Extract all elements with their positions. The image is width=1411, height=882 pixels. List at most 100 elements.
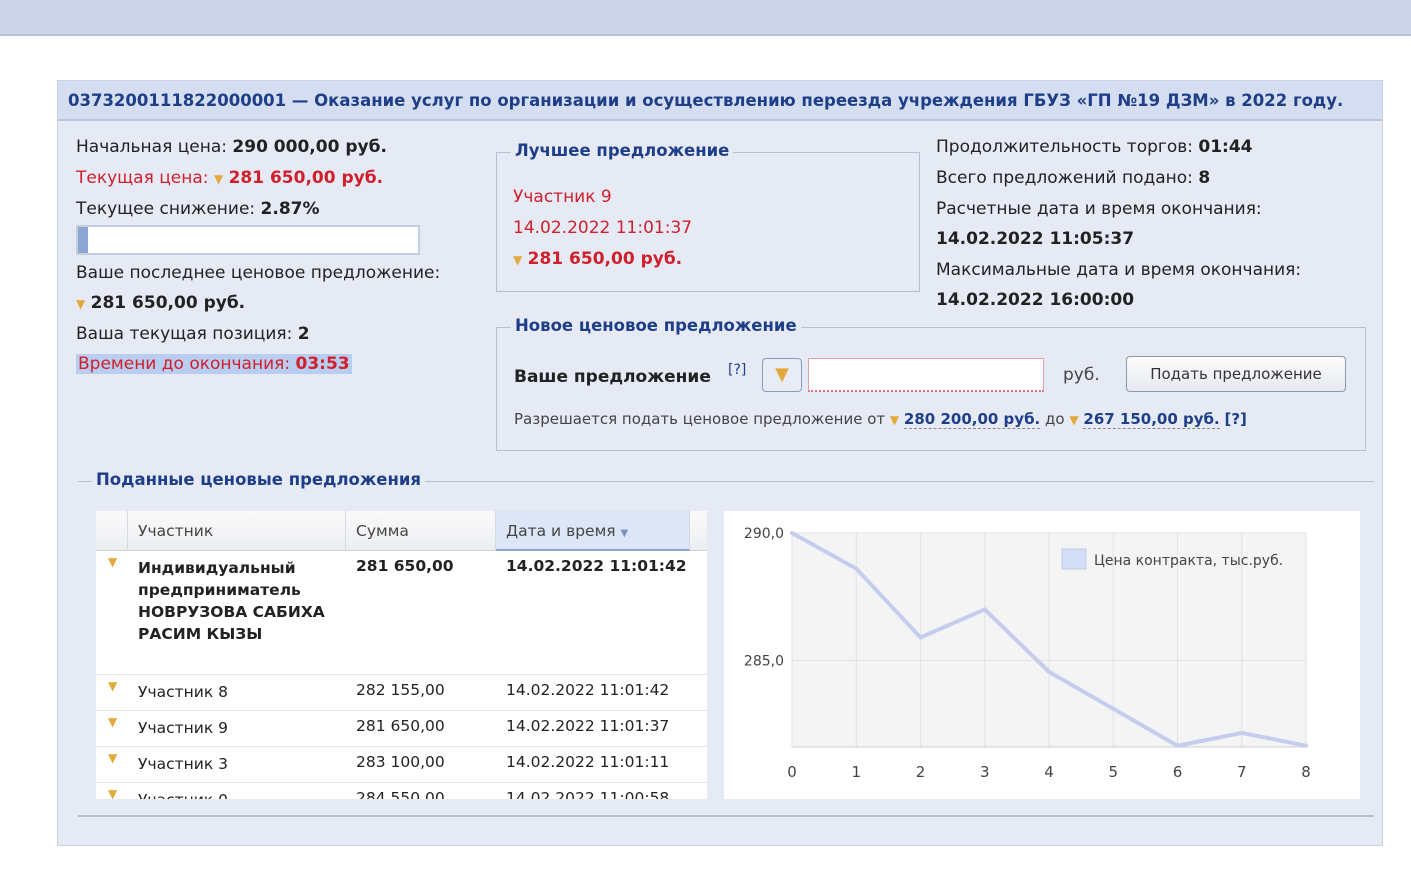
- offers-legend: Поданные ценовые предложения: [92, 470, 426, 489]
- down-arrow-icon: ▼: [889, 413, 900, 427]
- sort-desc-icon: ▼: [620, 528, 629, 539]
- best-offer-box: Лучшее предложение Участник 9 14.02.2022…: [496, 141, 920, 292]
- range-to[interactable]: 267 150,00 руб.: [1083, 410, 1220, 429]
- legend-label: Цена контракта, тыс.руб.: [1094, 553, 1283, 569]
- column-sum[interactable]: Сумма: [346, 511, 496, 551]
- best-price: 281 650,00 руб.: [527, 249, 683, 269]
- calc-end-value: 14.02.2022 11:05:37: [936, 229, 1135, 249]
- column-participant[interactable]: Участник: [128, 511, 346, 551]
- value: 281 650,00 руб.: [90, 293, 246, 313]
- data-point: [1047, 669, 1051, 674]
- table-row[interactable]: ▼ Участник 0 284 550,00 14.02.2022 11:00…: [96, 783, 707, 799]
- label: Начальная цена:: [76, 137, 227, 157]
- cell-participant: Участник 9: [138, 719, 229, 737]
- value: 2.87%: [260, 199, 320, 219]
- cell-participant: Участник 3: [138, 755, 229, 773]
- price-direction-dropdown[interactable]: ▼: [762, 358, 802, 392]
- cell-datetime: 14.02.2022 11:01:42: [506, 681, 670, 699]
- down-arrow-icon: ▼: [513, 253, 523, 267]
- data-point: [1111, 706, 1116, 711]
- data-point: [854, 566, 859, 571]
- range-help-link[interactable]: [?]: [1225, 410, 1247, 428]
- data-point: [1175, 743, 1180, 748]
- table-row[interactable]: ▼ Участник 9 281 650,00 14.02.2022 11:01…: [96, 711, 707, 747]
- auction-panel: 0373200111822000001 — Оказание услуг по …: [57, 80, 1383, 846]
- label: Всего предложений подано:: [936, 168, 1193, 188]
- x-tick-label: 7: [1237, 763, 1247, 781]
- progress-fill: [78, 227, 88, 253]
- header-icon-column: [96, 511, 128, 551]
- last-offer: ▼ 281 650,00 руб.: [76, 293, 245, 313]
- data-point: [918, 635, 923, 640]
- down-arrow-icon: ▼: [775, 364, 789, 385]
- cell-datetime: 14.02.2022 11:01:11: [506, 753, 670, 771]
- cell-sum: 281 650,00: [356, 557, 454, 575]
- currency-label: руб.: [1063, 365, 1100, 385]
- x-tick-label: 0: [787, 763, 797, 781]
- range-from[interactable]: 280 200,00 руб.: [903, 410, 1041, 429]
- offers-table: Участник Сумма Дата и время ▼ ▼ Индивиду…: [96, 511, 707, 799]
- calc-end-label: Расчетные дата и время окончания:: [936, 199, 1262, 219]
- column-datetime[interactable]: Дата и время ▼: [496, 511, 690, 551]
- value: 281 650,00 руб.: [228, 168, 384, 188]
- cell-participant: Участник 8: [138, 683, 229, 701]
- down-arrow-icon: ▼: [213, 172, 224, 186]
- cell-sum: 283 100,00: [356, 753, 445, 771]
- label: Ваша текущая позиция:: [76, 324, 293, 344]
- last-offer-label: Ваше последнее ценовое предложение:: [76, 263, 441, 283]
- offer-input[interactable]: [808, 358, 1044, 392]
- value: 290 000,00 руб.: [232, 137, 387, 157]
- label: Текущая цена:: [76, 168, 209, 188]
- label: Времени до окончания:: [78, 354, 291, 374]
- best-participant: Участник 9: [513, 187, 612, 207]
- new-offer-legend: Новое ценовое предложение: [511, 316, 801, 335]
- down-arrow-icon: ▼: [108, 751, 118, 765]
- data-point: [1304, 743, 1308, 748]
- table-body: ▼ Индивидуальный предприниматель НОВРУЗО…: [96, 551, 707, 799]
- current-decrease: Текущее снижение: 2.87%: [76, 199, 320, 219]
- page-title: 0373200111822000001 — Оказание услуг по …: [58, 81, 1382, 121]
- price-chart: 0 1 2 3 4 5 6 7 8 290,0 285,0 Цена контракта, тыс.р…: [724, 511, 1360, 799]
- max-end-value: 14.02.2022 16:00:00: [936, 290, 1135, 310]
- data-point: [1239, 730, 1244, 735]
- data-point: [982, 607, 987, 612]
- value: 8: [1198, 168, 1211, 188]
- value: 01:44: [1198, 137, 1253, 157]
- column-label: Дата и время: [506, 522, 616, 540]
- down-arrow-icon: ▼: [108, 679, 118, 693]
- y-tick-label: 285,0: [744, 653, 784, 669]
- table-header: Участник Сумма Дата и время ▼: [96, 511, 707, 551]
- legend-swatch: [1061, 548, 1087, 570]
- down-arrow-icon: ▼: [108, 555, 118, 569]
- decrease-progress-bar: [76, 225, 420, 255]
- label: Продолжительность торгов:: [936, 137, 1193, 157]
- down-arrow-icon: ▼: [76, 297, 86, 311]
- time-left: Времени до окончания: 03:53: [76, 354, 352, 374]
- x-tick-label: 8: [1301, 763, 1311, 781]
- cell-sum: 282 155,00: [356, 681, 445, 699]
- to-word: до: [1045, 410, 1065, 428]
- current-price: Текущая цена: ▼ 281 650,00 руб.: [76, 168, 383, 188]
- table-row[interactable]: ▼ Участник 3 283 100,00 14.02.2022 11:01…: [96, 747, 707, 783]
- value: 03:53: [295, 354, 350, 374]
- help-link[interactable]: [?]: [728, 362, 746, 378]
- down-arrow-icon: ▼: [108, 715, 118, 729]
- cell-participant: Участник 0: [138, 789, 328, 799]
- table-row[interactable]: ▼ Участник 8 282 155,00 14.02.2022 11:01…: [96, 675, 707, 711]
- offer-label: Ваше предложение: [514, 367, 711, 387]
- table-row[interactable]: ▼ Индивидуальный предприниматель НОВРУЗО…: [96, 551, 707, 675]
- x-tick-label: 5: [1108, 763, 1118, 781]
- duration: Продолжительность торгов: 01:44: [936, 137, 1253, 157]
- x-tick-label: 4: [1044, 763, 1054, 781]
- current-position: Ваша текущая позиция: 2: [76, 324, 310, 344]
- offers-count: Всего предложений подано: 8: [936, 168, 1210, 188]
- submit-offer-button[interactable]: Подать предложение: [1126, 356, 1346, 392]
- x-tick-label: 1: [851, 763, 861, 781]
- cell-sum: 281 650,00: [356, 717, 445, 735]
- x-tick-label: 6: [1173, 763, 1183, 781]
- cell-participant: Индивидуальный предприниматель НОВРУЗОВА…: [138, 559, 325, 643]
- down-arrow-icon: ▼: [1069, 413, 1079, 427]
- best-offer-legend: Лучшее предложение: [511, 141, 734, 160]
- cell-sum: 284 550,00: [356, 789, 445, 799]
- label: Текущее снижение:: [76, 199, 256, 219]
